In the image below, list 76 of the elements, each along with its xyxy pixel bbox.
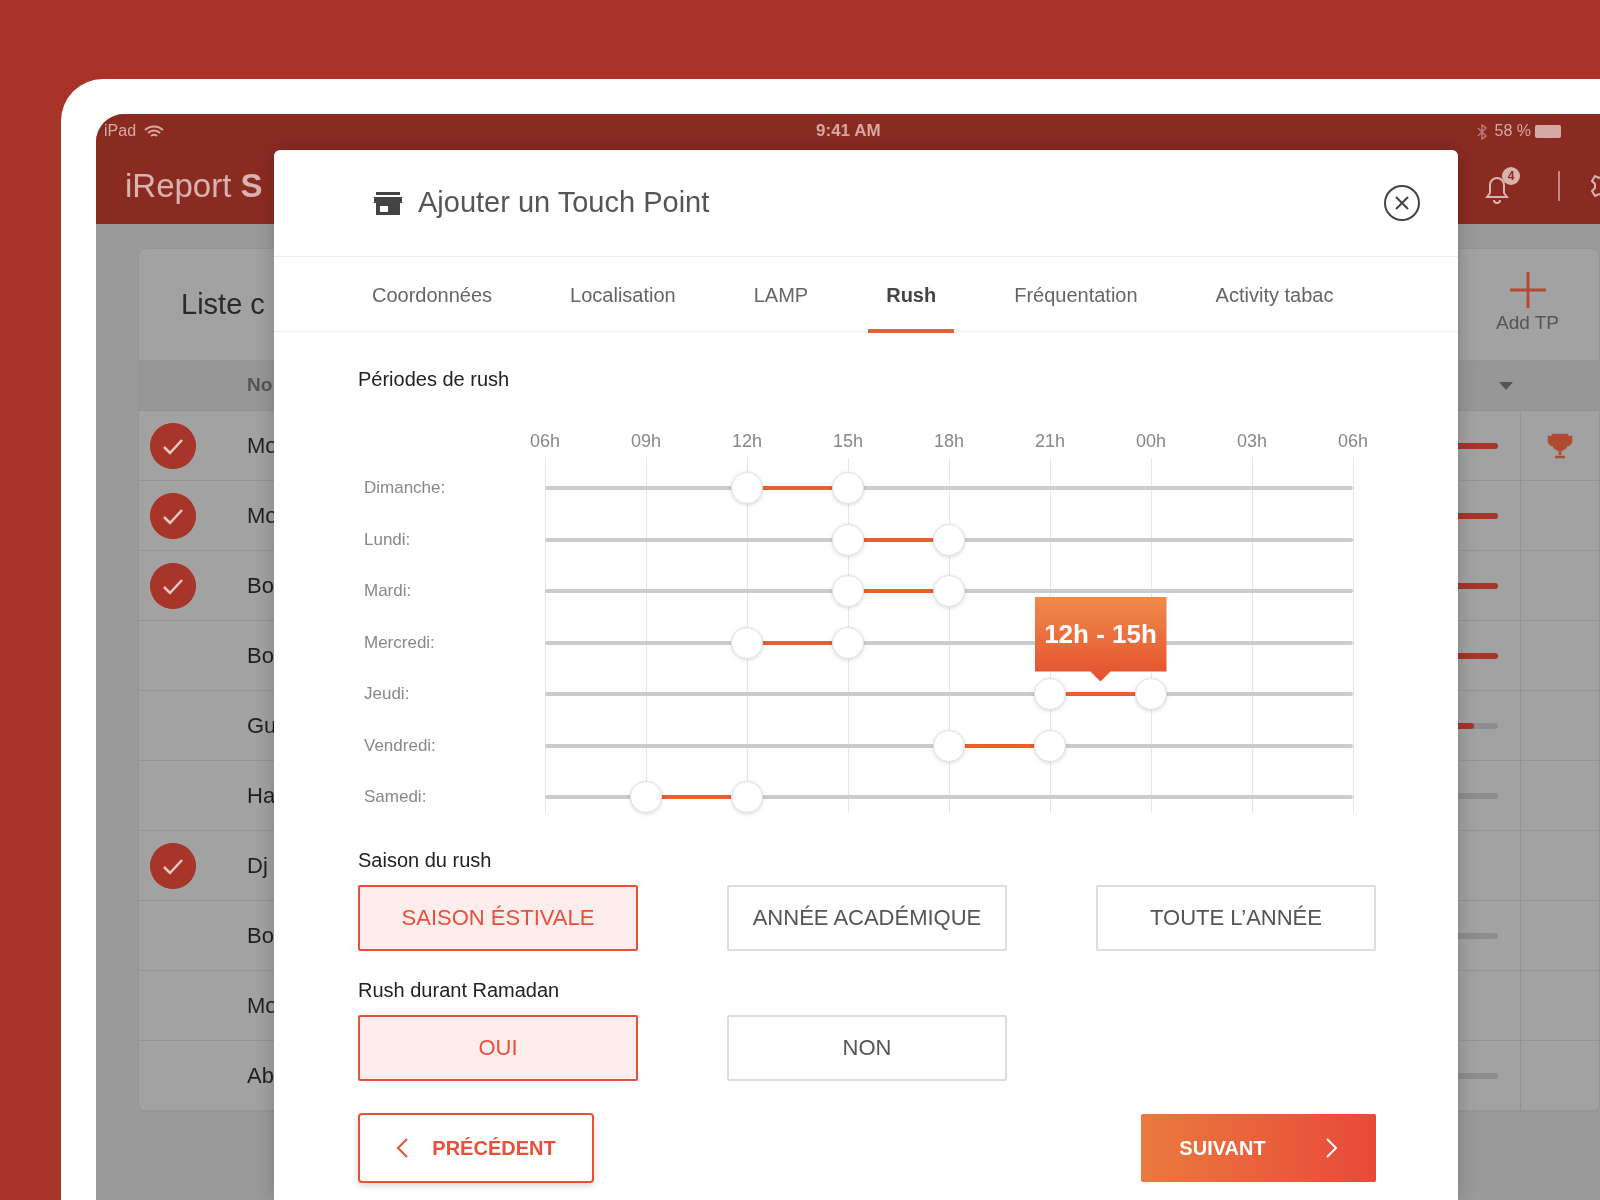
wifi-icon bbox=[144, 124, 165, 139]
slider-thumb[interactable] bbox=[933, 523, 965, 556]
axis-tick-label: 18h bbox=[934, 430, 964, 453]
option-button[interactable]: SAISON ÉSTIVALE bbox=[358, 884, 638, 951]
slider-thumb[interactable] bbox=[832, 523, 864, 556]
axis-tick-label: 09h bbox=[631, 430, 661, 453]
chevron-left-icon bbox=[396, 1137, 409, 1158]
day-label: Mardi: bbox=[363, 580, 413, 602]
axis-tick-label: 12h bbox=[732, 430, 762, 453]
day-label: Dimanche: bbox=[363, 477, 447, 499]
slider-thumb[interactable] bbox=[630, 781, 662, 813]
slider-thumb[interactable] bbox=[1034, 678, 1066, 710]
row-name: Ha bbox=[247, 783, 276, 808]
slider-thumb[interactable] bbox=[731, 626, 763, 659]
section-label: Rush durant Ramadan bbox=[358, 977, 561, 1003]
day-label: Lundi: bbox=[363, 528, 412, 551]
checkmark-circle[interactable] bbox=[150, 842, 196, 889]
tab[interactable]: Rush bbox=[868, 257, 955, 333]
close-button[interactable] bbox=[1383, 184, 1421, 222]
axis-tick-label: 03h bbox=[1237, 430, 1267, 453]
slider-thumb[interactable] bbox=[832, 472, 864, 504]
row-name: Dj bbox=[247, 853, 268, 878]
row-name: Bo bbox=[247, 643, 274, 668]
row-name: Bo bbox=[247, 923, 274, 948]
axis-tick-label: 06h bbox=[530, 430, 560, 453]
axis-tick-label: 00h bbox=[1136, 430, 1166, 453]
add-tp-button[interactable]: Add TP bbox=[1459, 248, 1595, 361]
axis-tick-label: 15h bbox=[833, 430, 863, 453]
day-label: Vendredi: bbox=[363, 734, 437, 757]
range-tooltip: 12h - 15h bbox=[1034, 596, 1167, 682]
notification-count: 4 bbox=[1502, 167, 1520, 185]
modal-title: Ajouter un Touch Point bbox=[418, 185, 710, 221]
slider-thumb[interactable] bbox=[731, 781, 763, 813]
tab[interactable]: Localisation bbox=[552, 257, 694, 333]
next-button[interactable]: SUIVANT bbox=[1141, 1113, 1376, 1182]
column-header: No bbox=[247, 373, 273, 398]
tab[interactable]: Fréquentation bbox=[996, 257, 1156, 333]
app-title: iReport S bbox=[125, 166, 263, 207]
axis-tick-label: 06h bbox=[1338, 430, 1368, 453]
tab[interactable]: LAMP bbox=[735, 257, 827, 333]
slider-thumb[interactable] bbox=[832, 575, 864, 607]
section-label: Saison du rush bbox=[358, 847, 493, 873]
section-title: Périodes de rush bbox=[358, 367, 511, 392]
status-time: 9:41 AM bbox=[816, 120, 881, 143]
plus-icon bbox=[1508, 271, 1547, 310]
slider-thumb[interactable] bbox=[731, 472, 763, 504]
battery-percentage: 58 % bbox=[1494, 121, 1532, 141]
checkmark-circle[interactable] bbox=[150, 562, 196, 609]
option-button[interactable]: OUI bbox=[358, 1014, 638, 1081]
slider-thumb[interactable] bbox=[832, 626, 864, 659]
row-name: Bo bbox=[247, 573, 274, 598]
battery-icon bbox=[1535, 124, 1562, 138]
day-label: Mercredi: bbox=[363, 631, 436, 654]
slider-thumb[interactable] bbox=[933, 729, 965, 762]
option-button[interactable]: ANNÉE ACADÉMIQUE bbox=[727, 884, 1007, 951]
bluetooth-icon bbox=[1476, 123, 1487, 140]
store-icon bbox=[374, 191, 402, 216]
option-button[interactable]: NON bbox=[727, 1014, 1007, 1081]
previous-button[interactable]: PRÉCÉDENT bbox=[358, 1112, 594, 1183]
row-name: Ab bbox=[247, 1063, 274, 1088]
slider-thumb[interactable] bbox=[1034, 729, 1066, 762]
list-title: Liste c bbox=[180, 286, 265, 322]
checkmark-circle[interactable] bbox=[150, 492, 196, 539]
axis-tick-label: 21h bbox=[1035, 430, 1065, 453]
chevron-right-icon bbox=[1325, 1137, 1338, 1158]
day-label: Jeudi: bbox=[363, 683, 411, 705]
tab[interactable]: Coordonnées bbox=[354, 257, 511, 333]
caret-icon[interactable] bbox=[1499, 382, 1514, 391]
slider-thumb[interactable] bbox=[933, 575, 965, 607]
option-button[interactable]: TOUTE L’ANNÉE bbox=[1096, 884, 1376, 951]
device-name: iPad bbox=[104, 121, 137, 141]
slider-thumb[interactable] bbox=[1135, 678, 1167, 710]
day-label: Samedi: bbox=[363, 786, 428, 808]
notification-bell[interactable]: 4 bbox=[1482, 167, 1520, 205]
tab[interactable]: Activity tabac bbox=[1197, 257, 1352, 333]
checkmark-circle[interactable] bbox=[150, 422, 196, 469]
